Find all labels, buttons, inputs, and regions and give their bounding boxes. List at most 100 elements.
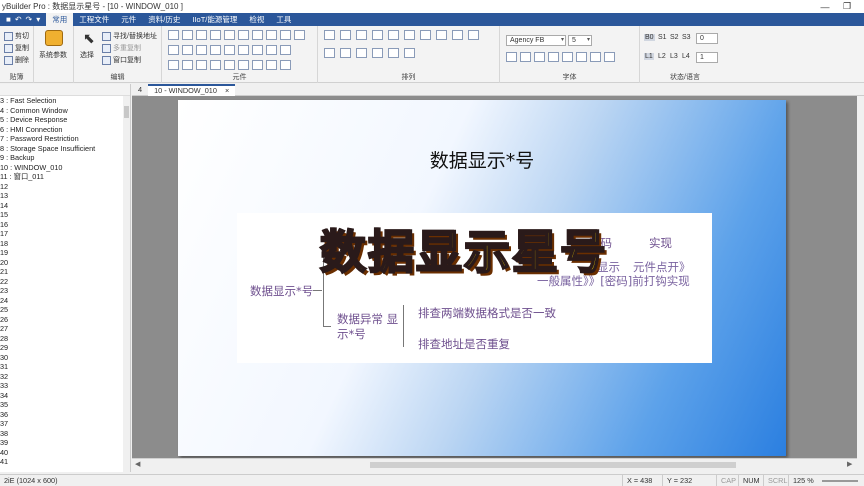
switch-tool-icon[interactable] xyxy=(196,30,207,40)
minimize-button[interactable]: — xyxy=(814,0,836,13)
screen-title-text[interactable]: 数据显示*号 xyxy=(178,146,786,173)
square-tool-icon[interactable] xyxy=(252,45,263,55)
align-bottom-icon[interactable] xyxy=(404,30,415,40)
window-list-item[interactable]: 20 xyxy=(0,258,130,268)
scroll-left-icon[interactable]: ◀ xyxy=(135,460,140,468)
align-text-left-icon[interactable] xyxy=(576,52,587,62)
select-button[interactable]: 选择 xyxy=(80,50,94,60)
rotate-icon[interactable] xyxy=(388,48,399,58)
window-list-item[interactable]: 27 xyxy=(0,324,130,334)
send-back-icon[interactable] xyxy=(468,30,479,40)
window-list-item[interactable]: 9 : Backup xyxy=(0,153,130,163)
font-tool-icon[interactable] xyxy=(168,60,179,70)
lang-l3-button[interactable]: L3 xyxy=(670,53,678,60)
customize-icon[interactable]: ▾ xyxy=(36,15,40,24)
canvas-scrollbar-thumb[interactable] xyxy=(370,462,736,468)
recipe-tool-icon[interactable] xyxy=(266,60,277,70)
window-list-item[interactable]: 34 xyxy=(0,391,130,401)
image-tool-icon[interactable] xyxy=(182,60,193,70)
same-height-icon[interactable] xyxy=(372,48,383,58)
align-text-right-icon[interactable] xyxy=(604,52,615,62)
window-list-item[interactable]: 19 xyxy=(0,248,130,258)
lang-l1-button[interactable]: L1 xyxy=(644,53,654,60)
grid-tool-icon[interactable] xyxy=(168,45,179,55)
language-spinner[interactable]: 1 xyxy=(696,52,718,63)
window-list-item[interactable]: 18 xyxy=(0,239,130,249)
align-center-icon[interactable] xyxy=(340,30,351,40)
status-zoom[interactable]: 125 % xyxy=(788,475,814,486)
state-s2-button[interactable]: S2 xyxy=(670,34,679,41)
trend-tool-icon[interactable] xyxy=(266,30,277,40)
window-list-item[interactable]: 16 xyxy=(0,220,130,230)
macro-tool-icon[interactable] xyxy=(280,60,291,70)
tab-window-010[interactable]: 10 - WINDOW_010 × xyxy=(148,83,236,96)
align-top-icon[interactable] xyxy=(372,30,383,40)
ellipse-tool-icon[interactable] xyxy=(224,45,235,55)
state-spinner[interactable]: 0 xyxy=(696,33,718,44)
video-tool-icon[interactable] xyxy=(210,60,221,70)
window-list-item[interactable]: 25 xyxy=(0,305,130,315)
circle-tool-icon[interactable] xyxy=(238,45,249,55)
align-middle-icon[interactable] xyxy=(388,30,399,40)
arc-tool-icon[interactable] xyxy=(266,45,277,55)
zoom-slider[interactable] xyxy=(822,480,858,482)
close-icon[interactable]: × xyxy=(225,86,229,95)
group-icon[interactable] xyxy=(324,48,335,58)
window-list-item[interactable]: 21 xyxy=(0,267,130,277)
window-list-item[interactable]: 15 xyxy=(0,210,130,220)
menu-data-history[interactable]: 资料/历史 xyxy=(142,13,186,26)
window-list-item[interactable]: 24 xyxy=(0,296,130,306)
table-tool-icon[interactable] xyxy=(294,30,305,40)
window-list-item[interactable]: 23 xyxy=(0,286,130,296)
window-list-item[interactable]: 30 xyxy=(0,353,130,363)
window-list-item[interactable]: 22 xyxy=(0,277,130,287)
window-list-item[interactable]: 28 xyxy=(0,334,130,344)
bulb-tool-icon[interactable] xyxy=(224,60,235,70)
select-cursor-icon[interactable]: ⬉ xyxy=(83,30,95,47)
window-list-item[interactable]: 13 xyxy=(0,191,130,201)
font-size-select[interactable]: 5 ▾ xyxy=(568,35,592,46)
system-params-label[interactable]: 系统参数 xyxy=(39,50,67,60)
window-list-item[interactable]: 6 : HMI Connection xyxy=(0,125,130,135)
cut-button[interactable]: 剪切 xyxy=(4,31,29,41)
font-grow-icon[interactable] xyxy=(506,52,517,62)
scale-tool-icon[interactable] xyxy=(280,45,291,55)
list-scrollbar-thumb[interactable] xyxy=(124,106,129,118)
window-list-item[interactable]: 40 xyxy=(0,448,130,458)
window-list-item[interactable]: 38 xyxy=(0,429,130,439)
ungroup-icon[interactable] xyxy=(340,48,351,58)
state-b0-button[interactable]: B0 xyxy=(644,34,655,41)
window-list-item[interactable]: 33 xyxy=(0,381,130,391)
state-s3-button[interactable]: S3 xyxy=(682,34,691,41)
canvas-horizontal-scrollbar[interactable]: ◀ ▶ xyxy=(132,458,857,470)
editor-canvas[interactable]: 数据显示*号 数据显示*号 确 密码 实现 显示 元件点开》 一般属性》》[密码… xyxy=(132,96,857,458)
window-list-item[interactable]: 31 xyxy=(0,362,130,372)
menu-project-file[interactable]: 工程文件 xyxy=(73,13,115,26)
lang-l2-button[interactable]: L2 xyxy=(658,53,666,60)
meter-tool-icon[interactable] xyxy=(252,30,263,40)
same-width-icon[interactable] xyxy=(356,48,367,58)
distribute-v-icon[interactable] xyxy=(436,30,447,40)
italic-icon[interactable] xyxy=(548,52,559,62)
window-list-item[interactable]: 39 xyxy=(0,438,130,448)
font-color-icon[interactable] xyxy=(562,52,573,62)
window-copy-button[interactable]: 窗口复制 xyxy=(102,55,141,65)
hmi-window-preview[interactable]: 数据显示*号 数据显示*号 确 密码 实现 显示 元件点开》 一般属性》》[密码… xyxy=(178,100,786,456)
window-list-item[interactable]: 3 : Fast Selection xyxy=(0,96,130,106)
numeric-tool-icon[interactable] xyxy=(210,30,221,40)
align-right-icon[interactable] xyxy=(356,30,367,40)
bold-icon[interactable] xyxy=(534,52,545,62)
window-list-item[interactable]: 41 xyxy=(0,457,130,467)
window-list-item[interactable]: 11 : 窗口_011 xyxy=(0,172,130,182)
restore-button[interactable]: ❐ xyxy=(836,0,858,13)
text-tool-icon[interactable] xyxy=(224,30,235,40)
undo-icon[interactable]: ↶ xyxy=(15,15,22,24)
window-list-item[interactable]: 29 xyxy=(0,343,130,353)
window-list-item[interactable]: 4 : Common Window xyxy=(0,106,130,116)
slider-tool-icon[interactable] xyxy=(252,60,263,70)
font-shrink-icon[interactable] xyxy=(520,52,531,62)
align-text-center-icon[interactable] xyxy=(590,52,601,62)
multi-copy-button[interactable]: 多重复制 xyxy=(102,43,141,53)
delete-button[interactable]: 删除 xyxy=(4,55,29,65)
window-list-item[interactable]: 10 : WINDOW_010 xyxy=(0,163,130,173)
